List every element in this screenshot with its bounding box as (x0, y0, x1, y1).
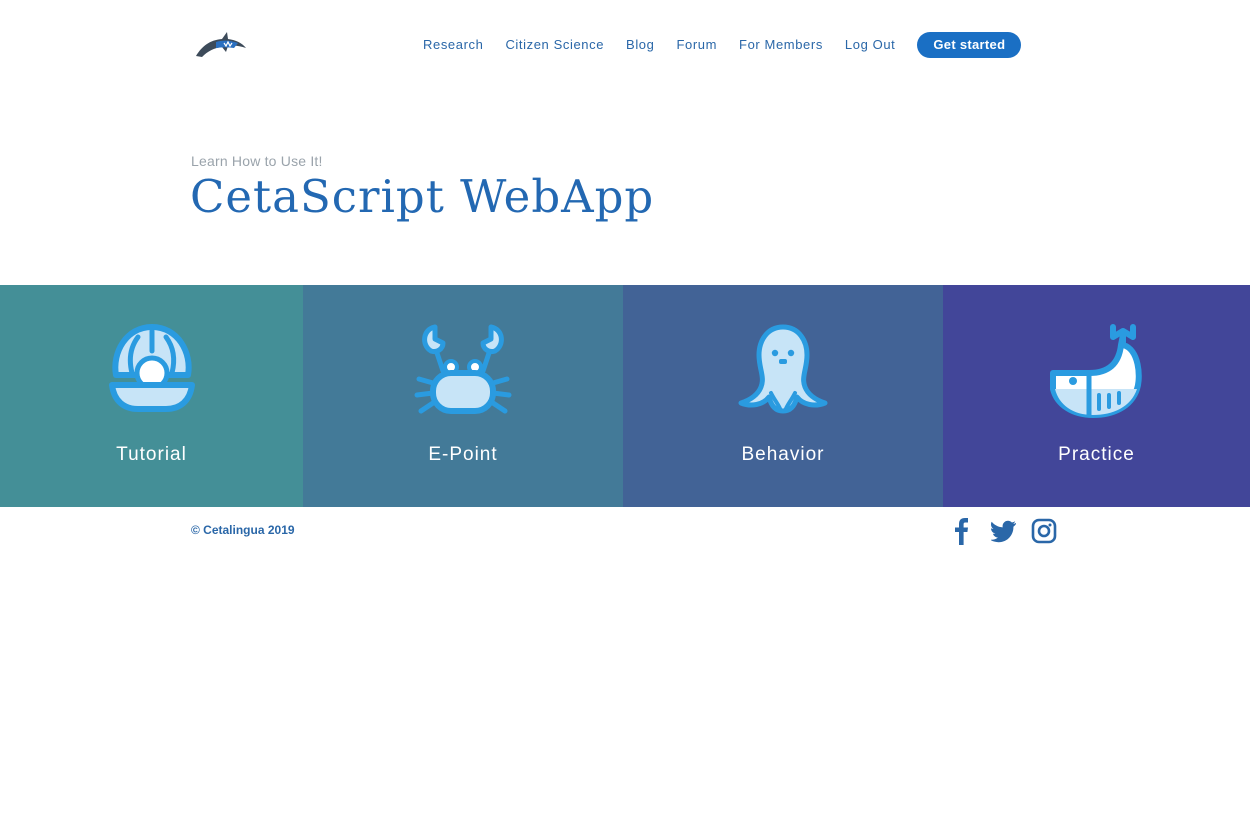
feature-tiles: Tutorial E-Point Behavior Practice (0, 285, 1250, 507)
nav-citizen-science[interactable]: Citizen Science (505, 31, 604, 59)
nav-for-members[interactable]: For Members (739, 31, 823, 59)
tile-label-tutorial: Tutorial (116, 444, 187, 465)
tile-label-practice: Practice (1058, 444, 1135, 465)
page-title: CetaScript WebApp (190, 170, 655, 223)
copyright: © Cetalingua 2019 (191, 523, 295, 537)
nav-research[interactable]: Research (423, 31, 483, 59)
tile-behavior[interactable]: Behavior (623, 285, 943, 507)
tile-e-point[interactable]: E-Point (303, 285, 623, 507)
get-started-button[interactable]: Get started (917, 32, 1022, 58)
nav-log-out[interactable]: Log Out (845, 31, 895, 59)
main-nav: Research Citizen Science Blog Forum For … (412, 31, 1022, 59)
hero-kicker: Learn How to Use It! (191, 153, 323, 169)
dolphin-logo-icon[interactable] (194, 26, 248, 62)
crab-icon (414, 324, 512, 414)
tile-tutorial[interactable]: Tutorial (0, 285, 303, 507)
octopus-icon (738, 324, 828, 414)
site-header: Research Citizen Science Blog Forum For … (0, 0, 1250, 90)
nav-forum[interactable]: Forum (676, 31, 717, 59)
clam-pearl-icon (108, 324, 195, 412)
instagram-icon[interactable] (1031, 517, 1057, 545)
twitter-icon[interactable] (991, 517, 1017, 545)
tile-label-e-point: E-Point (428, 444, 498, 465)
page: Research Citizen Science Blog Forum For … (0, 0, 1250, 825)
tile-practice[interactable]: Practice (943, 285, 1250, 507)
whale-icon (1049, 324, 1142, 418)
facebook-icon[interactable] (950, 517, 974, 545)
nav-blog[interactable]: Blog (626, 31, 654, 59)
tile-label-behavior: Behavior (741, 444, 825, 465)
